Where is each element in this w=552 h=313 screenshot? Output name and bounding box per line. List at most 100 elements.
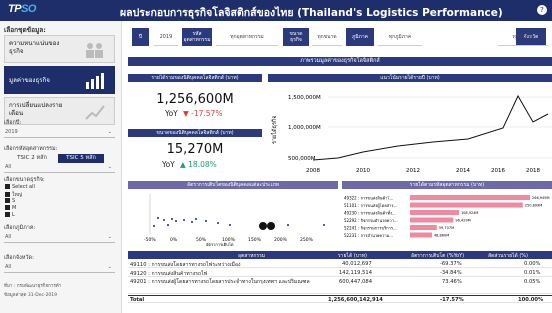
bar-label: 52231 : การอำนวยความ... (344, 233, 393, 238)
revenue-value: 1,256,600M (156, 92, 234, 107)
table-row[interactable]: 49120 : การขนส่งสินค้าทางรถไฟ 142,119,51… (128, 269, 552, 277)
menu-value[interactable]: มูลค่าของธุรกิจ (4, 66, 115, 94)
bar (410, 195, 530, 200)
cell-industry: 49201 : การขนส่งผู้โดยสารทางรถโดยสารประจ… (130, 279, 310, 285)
source-text: ที่มา : กรมพัฒนาธุรกิจการค้า (4, 284, 62, 289)
xtick: 200% (274, 237, 288, 243)
cell-growth: -69.37% (440, 261, 462, 267)
filter-region-label: ภูมิภาค (346, 28, 374, 46)
table-row[interactable]: 49201 : การขนส่งผู้โดยสารทางรถโดยสารประจ… (128, 278, 552, 294)
bar-value: 250,899M (525, 204, 543, 208)
filter-size-value[interactable]: ทุกขนาด (312, 28, 342, 46)
filter-code-value[interactable]: ทุกอุตสาหกรรม (216, 28, 278, 46)
page-title: ผลประกอบการธุรกิจโลจิสติกส์ของไทย (Thail… (120, 7, 503, 19)
cell-total-revenue: 1,256,600,142,914 (328, 297, 383, 303)
scatter-title: อัตราการเติบโตของนิติบุคคลแต่ละประเภท (128, 181, 338, 189)
scatter-xlabel: อัตราการเติบโต (206, 242, 234, 247)
avg-yoy-label: YoY (162, 160, 175, 169)
avg-yoy: ▲ 18.08% (180, 160, 217, 169)
checkbox-s[interactable]: S (5, 198, 15, 204)
section-banner: ภาพรวมมูลค่าของธุรกิจโลจิสติกส์ (128, 57, 552, 66)
table-header: อุตสาหกรรม รายได้ (บาท) อัตราการเติบโต (… (128, 251, 552, 259)
scatter-point (183, 219, 185, 221)
cell-total-growth: -17.57% (440, 297, 464, 303)
revenue-bars: 49322 : การขนส่งสินค้าโ... 266,949M 51101 … (344, 195, 550, 238)
cell-total-share: 100.00% (518, 297, 544, 303)
bar-label: 52292 : กิจกรรมอำนวยควา... (344, 218, 398, 223)
checkbox-l[interactable]: L (5, 212, 15, 218)
chevron-down-icon: ⌄ (107, 164, 112, 170)
revenue-yoy-label: YoY (165, 109, 178, 118)
xtick: 2018 (526, 168, 540, 174)
bar-value: 48,860M (434, 234, 449, 238)
checkbox-select-all[interactable]: Select all (5, 184, 35, 190)
sidebar: เลือกชุดข้อมูล: ความหนาแน่นของธุรกิจ มูล… (0, 21, 122, 313)
bar (410, 225, 437, 230)
th-share: สัดส่วนรายได้ (%) (488, 253, 529, 259)
top-bar: TPSO ผลประกอบการธุรกิจโลจิสติกส์ของไทย (… (0, 0, 552, 21)
cell-revenue: 40,012,697 (342, 261, 372, 267)
tpso-logo: TPSO (8, 3, 36, 15)
bar-value: 96,429M (455, 219, 470, 223)
filter-province-value[interactable]: ทุกจังหวัด (498, 28, 548, 46)
filter-region-value[interactable]: ทุกภูมิภาค (378, 28, 422, 46)
xtick: -50% (144, 237, 156, 243)
province-dropdown[interactable]: All ⌄ (4, 264, 115, 273)
cell-growth: 73.46% (442, 279, 462, 285)
tsic-dropdown[interactable]: All ⌄ (4, 164, 115, 173)
bar-value: 108,924M (461, 211, 479, 215)
menu-density-label: ความหนาแน่นของธุรกิจ (9, 40, 60, 55)
menu-monthly-label: การเปลี่ยนแปลงรายเดือน (9, 102, 63, 117)
table-row[interactable]: 49110 : การขนส่งโดยสารทางรถไฟระหว่างเมือ… (128, 260, 552, 268)
bar (410, 217, 454, 223)
filter-size-label: ขนาด ธุรกิจ (283, 28, 309, 46)
scatter-point (323, 224, 325, 226)
ytick: 1,500,000M (288, 95, 321, 101)
xtick: 250% (300, 237, 314, 243)
ytick: 500,000M (288, 156, 316, 162)
cell-revenue: 600,447,084 (339, 279, 373, 285)
revenue-yoy: ▼ -17.57% (183, 109, 223, 118)
help-icon[interactable]: ? (537, 5, 547, 15)
scatter-point (217, 222, 219, 224)
year-dropdown[interactable]: 2019 ⌄ (4, 129, 115, 138)
region-value: All (5, 234, 12, 240)
tab-tsic5[interactable]: TSIC 5 หลัก (58, 154, 104, 163)
cell-share: 0.01% (524, 270, 541, 276)
bar-chart-icon (86, 73, 104, 89)
scatter-point (191, 221, 193, 223)
scatter-point (175, 220, 177, 222)
bar (410, 232, 432, 238)
bar-label: 49230 : การขนส่งสินค้าทั้ง... (344, 209, 396, 216)
avg-value: 15,270M (166, 142, 224, 157)
region-label: เลือกภูมิภาค: (4, 225, 36, 231)
people-icon (86, 43, 103, 58)
bar-value: 266,949M (532, 196, 550, 200)
filter-bar: ปี 2019 รหัส อุตสาหกรรม ทุกอุตสาหกรรม ขน… (126, 24, 552, 54)
xtick: 2010 (356, 168, 370, 174)
revenue-title: รายได้รวมของนิติบุคคลโลจิสติกส์ (บาท) (128, 74, 262, 82)
menu-value-label: มูลค่าของธุรกิจ (9, 77, 50, 84)
scatter-point (167, 224, 169, 226)
province-label: เลือกจังหวัด: (4, 255, 34, 261)
bar (410, 210, 459, 215)
cell-industry: 49120 : การขนส่งสินค้าทางรถไฟ (130, 271, 208, 277)
chevron-down-icon: ⌄ (107, 129, 112, 135)
scatter-point (195, 218, 197, 220)
industry-table: อุตสาหกรรม รายได้ (บาท) อัตราการเติบโต (… (128, 251, 552, 313)
scatter-point (287, 224, 289, 226)
table-total-row: Total 1,256,600,142,914 -17.57% 100.00% (128, 295, 552, 303)
th-industry: อุตสาหกรรม (238, 253, 266, 259)
tab-tsic2[interactable]: TSIC 2 หลัก (12, 154, 52, 163)
scatter-point (259, 222, 267, 230)
province-value: All (5, 264, 12, 270)
xtick: 2014 (456, 168, 470, 174)
menu-density[interactable]: ความหนาแน่นของธุรกิจ (4, 35, 115, 63)
checkbox-m[interactable]: M (5, 205, 16, 211)
tsic-label: เลือกรหัสอุตสาหกรรม: (4, 146, 58, 152)
filter-year-value[interactable]: 2019 (154, 28, 178, 46)
region-dropdown[interactable]: All ⌄ (4, 234, 115, 243)
bar-label: 51101 : การขนส่งผู้โดยสาร... (344, 203, 397, 209)
bar (410, 202, 523, 208)
cell-total-label: Total (130, 297, 145, 303)
